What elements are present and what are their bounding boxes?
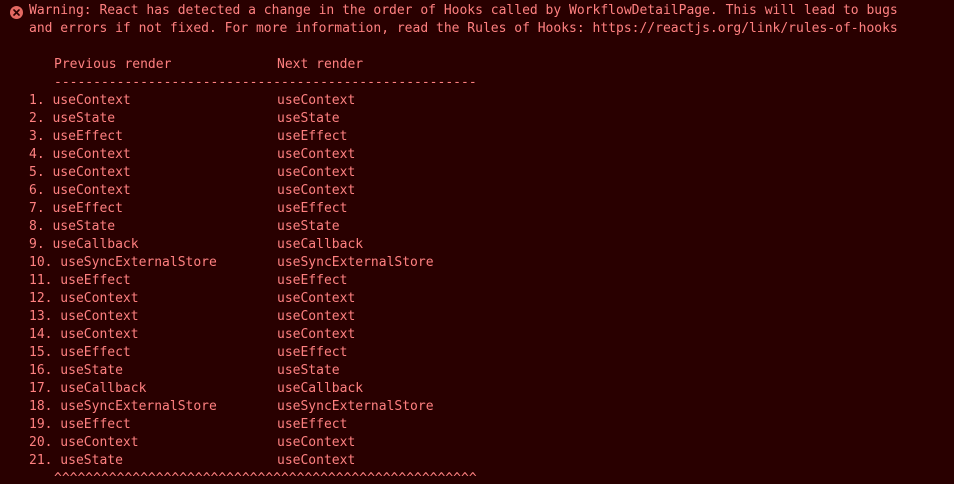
- table-row: 6. useContext useContext: [29, 182, 954, 200]
- next-hook: useContext: [277, 453, 356, 468]
- next-hook: useSyncExternalStore: [277, 255, 434, 270]
- table-row: 20. useContext useContext: [29, 434, 954, 452]
- previous-hook: 2. useState: [29, 111, 116, 126]
- next-hook: useEffect: [277, 273, 348, 288]
- table-row: 17. useCallback useCallback: [29, 380, 954, 398]
- header-next-render: Next render: [277, 57, 364, 72]
- next-hook: useContext: [277, 435, 356, 450]
- next-hook: useContext: [277, 327, 356, 342]
- table-row: 18. useSyncExternalStore useSyncExternalS…: [29, 398, 954, 416]
- previous-hook: 7. useEffect: [29, 201, 123, 216]
- table-row: 15. useEffect useEffect: [29, 344, 954, 362]
- previous-hook: 19. useEffect: [29, 417, 131, 432]
- next-hook: useContext: [277, 93, 356, 108]
- next-hook: useState: [277, 363, 340, 378]
- previous-hook: 16. useState: [29, 363, 123, 378]
- table-row: 21. useState useContext: [29, 452, 954, 470]
- table-row: 4. useContext useContext: [29, 146, 954, 164]
- next-hook: useCallback: [277, 381, 364, 396]
- hooks-comparison-table: Previous render Next render ------------…: [29, 56, 954, 484]
- previous-hook: 10. useSyncExternalStore: [29, 255, 217, 270]
- previous-hook: 5. useContext: [29, 165, 131, 180]
- caret-marker: ^^^^^^^^^^^^^^^^^^^^^^^^^^^^^^^^^^^^^^^^…: [54, 471, 477, 484]
- previous-hook: 3. useEffect: [29, 129, 123, 144]
- table-row: 5. useContext useContext: [29, 164, 954, 182]
- table-row: 10. useSyncExternalStore useSyncExternalS…: [29, 254, 954, 272]
- previous-hook: 4. useContext: [29, 147, 131, 162]
- table-row: 8. useState useState: [29, 218, 954, 236]
- next-hook: useContext: [277, 165, 356, 180]
- previous-hook: 14. useContext: [29, 327, 139, 342]
- table-row: 13. useContext useContext: [29, 308, 954, 326]
- table-row: 16. useState useState: [29, 362, 954, 380]
- next-hook: useEffect: [277, 201, 348, 216]
- previous-hook: 1. useContext: [29, 93, 131, 108]
- table-row: 9. useCallback useCallback: [29, 236, 954, 254]
- next-hook: useContext: [277, 147, 356, 162]
- previous-hook: 13. useContext: [29, 309, 139, 324]
- next-hook: useContext: [277, 291, 356, 306]
- warning-line-2: and errors if not fixed. For more inform…: [29, 21, 898, 36]
- previous-hook: 12. useContext: [29, 291, 139, 306]
- table-row: 2. useState useState: [29, 110, 954, 128]
- next-hook: useEffect: [277, 417, 348, 432]
- previous-hook: 6. useContext: [29, 183, 131, 198]
- next-hook: useSyncExternalStore: [277, 399, 434, 414]
- previous-hook: 20. useContext: [29, 435, 139, 450]
- warning-line-1: Warning: React has detected a change in …: [29, 3, 898, 18]
- next-hook: useEffect: [277, 129, 348, 144]
- table-row: 19. useEffect useEffect: [29, 416, 954, 434]
- table-row: 12. useContext useContext: [29, 290, 954, 308]
- error-icon: [10, 6, 23, 19]
- previous-hook: 15. useEffect: [29, 345, 131, 360]
- next-hook: useEffect: [277, 345, 348, 360]
- next-hook: useState: [277, 111, 340, 126]
- next-hook: useContext: [277, 183, 356, 198]
- previous-hook: 18. useSyncExternalStore: [29, 399, 217, 414]
- table-row: 11. useEffect useEffect: [29, 272, 954, 290]
- previous-hook: 11. useEffect: [29, 273, 131, 288]
- table-row: 14. useContext useContext: [29, 326, 954, 344]
- table-row: 1. useContext useContext: [29, 92, 954, 110]
- table-divider: ----------------------------------------…: [54, 75, 477, 90]
- previous-hook: 17. useCallback: [29, 381, 147, 396]
- console-error-message: Warning: React has detected a change in …: [0, 0, 954, 484]
- header-previous-render: Previous render: [54, 57, 172, 72]
- previous-hook: 8. useState: [29, 219, 116, 234]
- next-hook: useState: [277, 219, 340, 234]
- previous-hook: 21. useState: [29, 453, 123, 468]
- table-rows: 1. useContext useContext 2. useState useSta…: [29, 92, 954, 470]
- previous-hook: 9. useCallback: [29, 237, 139, 252]
- table-row: 7. useEffect useEffect: [29, 200, 954, 218]
- table-header: Previous render Next render: [29, 56, 954, 74]
- next-hook: useCallback: [277, 237, 364, 252]
- next-hook: useContext: [277, 309, 356, 324]
- table-row: 3. useEffect useEffect: [29, 128, 954, 146]
